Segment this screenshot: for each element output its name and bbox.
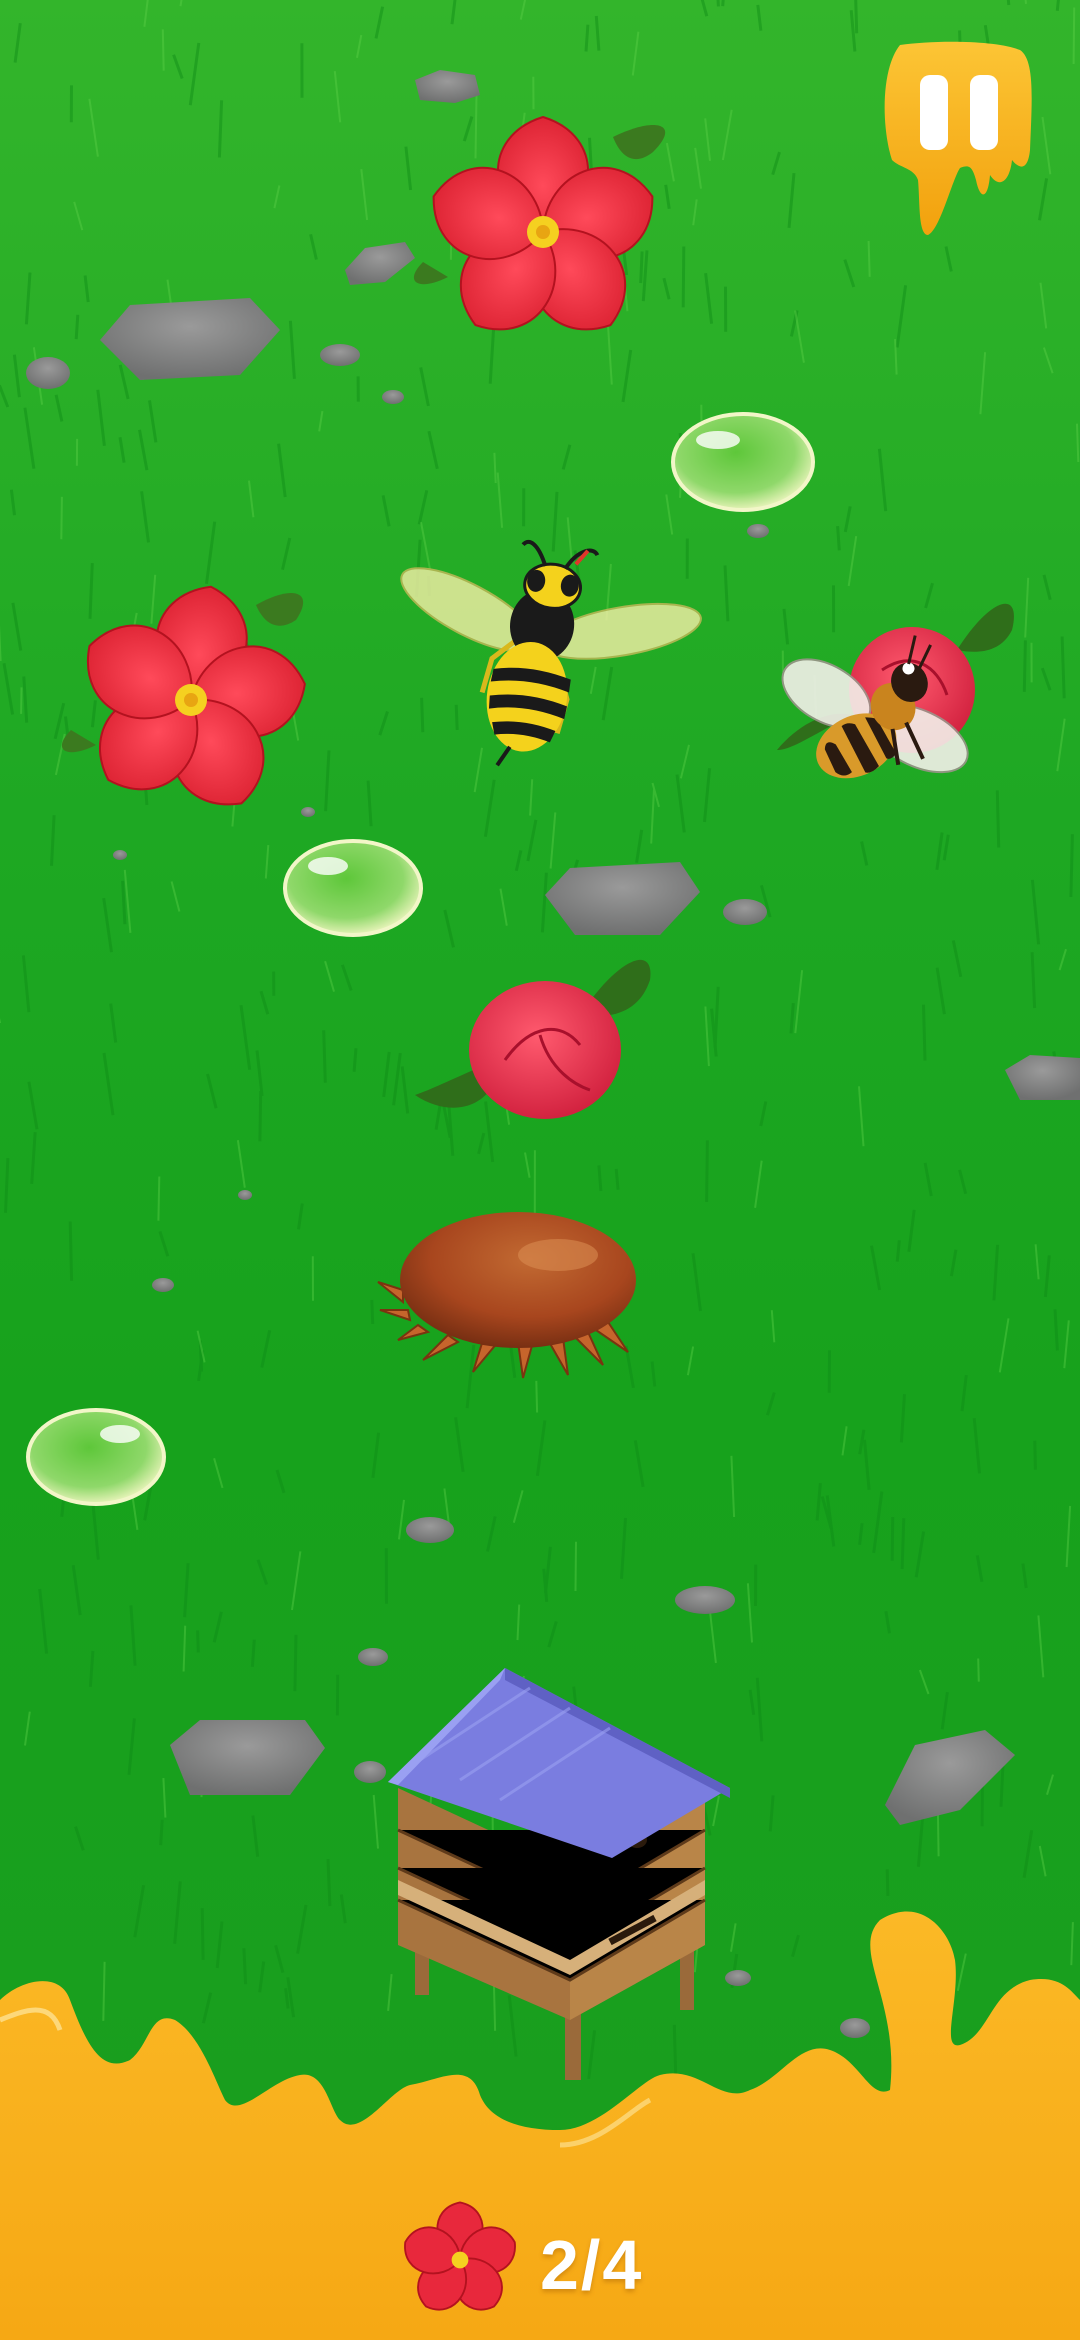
- flower-counter-icon: [404, 2201, 516, 2311]
- pause-button[interactable]: [880, 40, 1035, 245]
- flower-counter-text: 2/4: [540, 2226, 644, 2304]
